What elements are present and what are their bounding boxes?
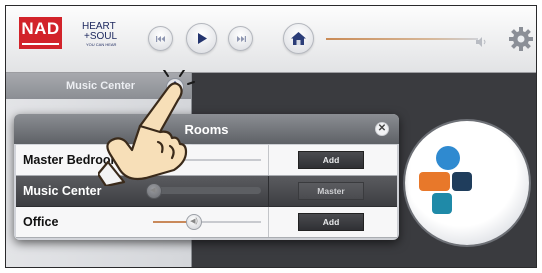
gear-icon xyxy=(509,27,533,51)
room-name: Music Center xyxy=(23,184,102,198)
room-volume-knob[interactable]: ◀) xyxy=(186,214,202,230)
settings-button[interactable] xyxy=(508,26,534,52)
previous-button[interactable] xyxy=(148,26,173,51)
volume-slider-thumb[interactable] xyxy=(476,34,488,47)
tunein-logo-icon xyxy=(419,146,472,214)
room-row-music-center[interactable]: Music Center ◀) Master xyxy=(16,176,397,207)
tunein-logo-disc[interactable] xyxy=(405,121,529,245)
skip-next-icon xyxy=(236,35,246,42)
brand-tagline: YOU CAN HEAR xyxy=(86,42,117,47)
master-room-button[interactable]: Master xyxy=(298,182,364,200)
brand-line-2: +SOUL xyxy=(84,31,118,42)
close-icon: ✕ xyxy=(377,123,387,134)
home-button[interactable] xyxy=(283,23,314,54)
speaker-volume-icon xyxy=(476,37,486,47)
heart-soul-logo: HEART +SOUL YOU CAN HEAR xyxy=(82,22,117,48)
rooms-list: Master Bedroom ◀) Add Music Center ◀) Ma… xyxy=(16,145,397,238)
popup-title-bar: Rooms ✕ xyxy=(14,114,399,144)
row-divider xyxy=(268,207,269,237)
skip-previous-icon xyxy=(155,35,165,42)
room-name: Office xyxy=(23,215,59,229)
nad-logo: NAD xyxy=(19,17,62,49)
speaker-volume-icon: ◀) xyxy=(190,218,198,225)
speaker-volume-icon: ◀) xyxy=(150,187,158,194)
room-row-office[interactable]: Office ◀) Add xyxy=(16,207,397,238)
popup-title: Rooms xyxy=(184,122,229,137)
row-divider xyxy=(268,145,269,175)
close-button[interactable]: ✕ xyxy=(375,122,389,136)
top-toolbar: NAD HEART +SOUL YOU CAN HEAR xyxy=(6,6,536,73)
room-volume-slider[interactable] xyxy=(153,221,261,223)
volume-slider-track[interactable] xyxy=(326,38,478,40)
row-divider xyxy=(268,176,269,206)
add-room-button[interactable]: Add xyxy=(298,213,364,231)
tapping-hand-icon xyxy=(98,70,195,186)
play-button[interactable] xyxy=(186,23,217,54)
play-icon xyxy=(197,33,207,44)
add-room-button[interactable]: Add xyxy=(298,151,364,169)
rooms-popup: Rooms ✕ Master Bedroom ◀) Add Music Cent… xyxy=(14,114,399,240)
room-volume-slider[interactable] xyxy=(153,187,261,194)
home-icon xyxy=(291,32,306,45)
room-row-master-bedroom[interactable]: Master Bedroom ◀) Add xyxy=(16,145,397,176)
next-button[interactable] xyxy=(228,26,253,51)
